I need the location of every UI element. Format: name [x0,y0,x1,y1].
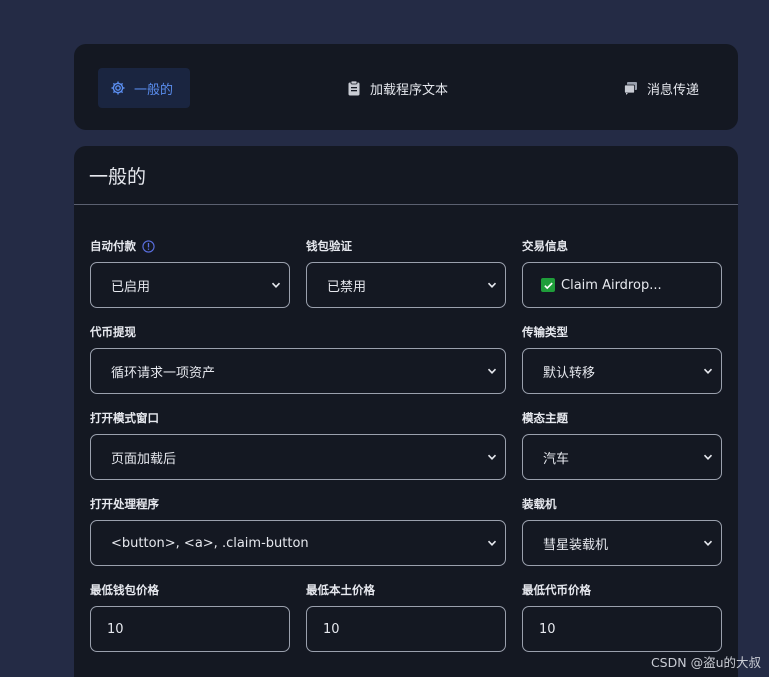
card-title: 一般的 [89,166,147,188]
open-handler-value: <button>, <a>, .claim-button [111,535,309,551]
token-withdraw-value: 循环请求一项资产 [111,365,216,381]
chevron-down-icon [487,454,497,460]
wallet-verify-select[interactable]: 已禁用 [306,262,506,308]
tab-loader-text-label: 加载程序文本 [370,82,449,98]
min-token-price-label: 最低代币价格 [522,583,591,597]
chevron-down-icon [487,540,497,546]
info-icon[interactable] [142,239,155,253]
chevron-down-icon [703,368,713,374]
modal-theme-select[interactable]: 汽车 [522,434,722,480]
token-withdraw-label: 代币提现 [90,325,136,339]
watermark: CSDN @盗u的大叔 [650,655,761,670]
open-modal-value: 页面加载后 [111,451,177,467]
clipboard-icon [346,80,362,96]
wallet-verify-value: 已禁用 [327,279,367,295]
min-wallet-price-value: 10 [107,621,124,637]
min-token-price-value: 10 [539,621,556,637]
gear-icon [110,80,126,96]
token-withdraw-select[interactable]: 循环请求一项资产 [90,348,506,394]
modal-theme-value: 汽车 [543,451,570,467]
divider [74,204,738,205]
min-native-price-value: 10 [323,621,340,637]
min-native-price-label: 最低本土价格 [306,583,375,597]
loader-label: 装载机 [522,497,557,511]
min-native-price-input[interactable]: 10 [306,606,506,652]
transfer-type-value: 默认转移 [543,365,596,381]
chevron-down-icon [703,454,713,460]
auto-pay-label: 自动付款 [90,238,155,254]
open-handler-label: 打开处理程序 [90,497,159,511]
min-token-price-input[interactable]: 10 [522,606,722,652]
tab-general[interactable]: 一般的 [98,68,190,108]
open-modal-select[interactable]: 页面加载后 [90,434,506,480]
chevron-down-icon [487,282,497,288]
transfer-type-select[interactable]: 默认转移 [522,348,722,394]
tx-info-field[interactable]: Claim Airdrop... [522,262,722,308]
auto-pay-select[interactable]: 已启用 [90,262,290,308]
loader-value: 彗星装载机 [543,537,609,553]
settings-card: 一般的 自动付款 已启用 钱包验证 已禁用 交易信息 Claim Airdrop… [74,146,738,677]
tab-general-label: 一般的 [134,82,174,98]
tab-loader-text[interactable]: 加载程序文本 [346,68,448,108]
min-wallet-price-label: 最低钱包价格 [90,583,159,597]
auto-pay-value: 已启用 [111,279,151,295]
chevron-down-icon [487,368,497,374]
messages-icon [623,80,639,96]
wallet-verify-label: 钱包验证 [306,239,352,253]
chevron-down-icon [703,540,713,546]
auto-pay-label-text: 自动付款 [90,239,136,253]
modal-theme-label: 模态主题 [522,411,568,425]
loader-select[interactable]: 彗星装载机 [522,520,722,566]
checkmark-icon [541,278,555,292]
transfer-type-label: 传输类型 [522,325,568,339]
tx-info-label: 交易信息 [522,239,568,253]
tx-info-value: Claim Airdrop... [561,277,662,293]
tab-bar: 一般的 加载程序文本 消息传递 [74,44,738,130]
open-modal-label: 打开模式窗口 [90,411,159,425]
open-handler-select[interactable]: <button>, <a>, .claim-button [90,520,506,566]
tab-messaging-label: 消息传递 [647,82,700,98]
tab-messaging[interactable]: 消息传递 [623,68,699,108]
chevron-down-icon [271,282,281,288]
min-wallet-price-input[interactable]: 10 [90,606,290,652]
